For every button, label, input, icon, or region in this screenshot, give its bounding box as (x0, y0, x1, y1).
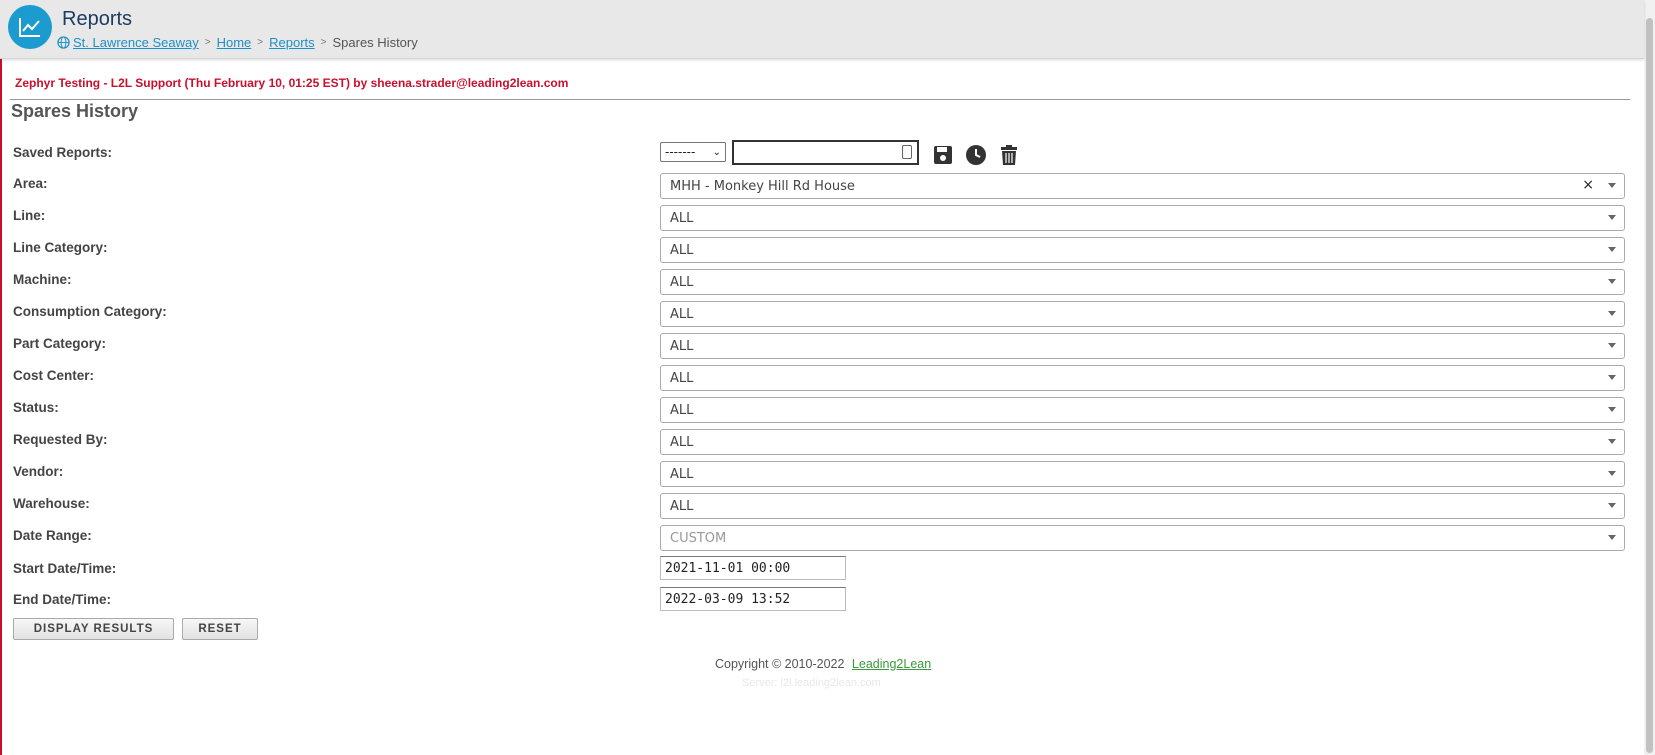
app-header: Reports St. Lawrence Seaway > Home > Rep… (0, 0, 1644, 59)
filter-label-line: Line: (13, 208, 46, 223)
machine-select-value: ALL (670, 274, 694, 290)
consumption-category-select-value: ALL (670, 306, 694, 322)
globe-icon (57, 36, 70, 49)
chevron-down-icon (1608, 439, 1616, 444)
area-select[interactable]: MHH - Monkey Hill Rd House × (660, 173, 1625, 199)
leading2lean-link[interactable]: Leading2Lean (852, 657, 931, 671)
chevron-down-icon (1608, 183, 1616, 188)
filter-label-machine: Machine: (13, 272, 72, 287)
scrollbar[interactable] (1644, 0, 1655, 755)
server-text: Server: l2l.leading2lean.com (742, 677, 881, 689)
left-accent-stripe (0, 58, 2, 755)
status-select[interactable]: ALL (660, 397, 1625, 423)
filter-label-area: Area: (13, 176, 48, 191)
scrollbar-thumb[interactable] (1646, 18, 1653, 753)
filter-label-warehouse: Warehouse: (13, 496, 90, 511)
chevron-down-icon (1608, 503, 1616, 508)
breadcrumb-reports[interactable]: Reports (269, 35, 315, 50)
start-date-input[interactable]: 2021-11-01 00:00 (660, 556, 846, 580)
line-select[interactable]: ALL (660, 205, 1625, 231)
contact-card-icon (902, 145, 912, 159)
warehouse-select[interactable]: ALL (660, 493, 1625, 519)
chevron-down-icon (1608, 215, 1616, 220)
cost-center-select-value: ALL (670, 370, 694, 386)
area-select-value: MHH - Monkey Hill Rd House (670, 178, 855, 194)
saved-report-name-input[interactable] (732, 140, 919, 165)
clear-icon[interactable]: × (1582, 177, 1594, 193)
chevron-down-icon (1608, 311, 1616, 316)
site-banner: Zephyr Testing - L2L Support (Thu Februa… (15, 76, 569, 90)
line-category-select[interactable]: ALL (660, 237, 1625, 263)
vendor-select[interactable]: ALL (660, 461, 1625, 487)
filter-label-status: Status: (13, 400, 59, 415)
filter-label-date-range: Date Range: (13, 528, 92, 543)
page-header-title: Reports (62, 8, 133, 30)
line-select-value: ALL (670, 210, 694, 226)
chevron-down-icon (1608, 247, 1616, 252)
chevron-down-icon (1608, 407, 1616, 412)
page-title: Spares History (11, 101, 139, 121)
footer: Copyright © 2010-2022 Leading2Lean (715, 657, 931, 671)
requested-by-select-value: ALL (670, 434, 694, 450)
filter-label-part-category: Part Category: (13, 336, 107, 351)
clock-icon[interactable] (965, 144, 987, 166)
part-category-select-value: ALL (670, 338, 694, 354)
chevron-down-icon (1608, 343, 1616, 348)
requested-by-select[interactable]: ALL (660, 429, 1625, 455)
filter-label-line-category: Line Category: (13, 240, 108, 255)
filter-label-vendor: Vendor: (13, 464, 64, 479)
breadcrumb-home[interactable]: Home (217, 35, 252, 50)
saved-reports-select-value: ------- (665, 145, 696, 159)
filter-label-consumption-category: Consumption Category: (13, 304, 167, 319)
display-results-button[interactable]: DISPLAY RESULTS (13, 618, 174, 640)
date-range-select-value: CUSTOM (670, 530, 727, 546)
filter-label-cost-center: Cost Center: (13, 368, 95, 383)
date-range-select[interactable]: CUSTOM (660, 525, 1625, 551)
saved-reports-select[interactable]: ------- ⌄ (660, 142, 726, 162)
breadcrumb-separator: > (320, 37, 327, 48)
breadcrumb: St. Lawrence Seaway > Home > Reports > S… (57, 35, 418, 50)
end-date-input[interactable]: 2022-03-09 13:52 (660, 587, 846, 611)
breadcrumb-current: Spares History (332, 35, 418, 50)
warehouse-select-value: ALL (670, 498, 694, 514)
reports-logo-icon[interactable] (8, 5, 52, 49)
chevron-down-icon (1608, 279, 1616, 284)
breadcrumb-separator: > (257, 37, 264, 48)
cost-center-select[interactable]: ALL (660, 365, 1625, 391)
saved-reports-label: Saved Reports: (13, 145, 113, 160)
divider (10, 99, 1630, 100)
chevron-down-icon (1608, 471, 1616, 476)
line-category-select-value: ALL (670, 242, 694, 258)
chevron-down-icon: ⌄ (712, 147, 721, 158)
save-icon[interactable] (932, 144, 954, 166)
machine-select[interactable]: ALL (660, 269, 1625, 295)
start-date-label: Start Date/Time: (13, 561, 117, 576)
consumption-category-select[interactable]: ALL (660, 301, 1625, 327)
breadcrumb-site[interactable]: St. Lawrence Seaway (73, 35, 199, 50)
chevron-down-icon (1608, 375, 1616, 380)
status-select-value: ALL (670, 402, 694, 418)
chevron-down-icon (1608, 535, 1616, 540)
breadcrumb-separator: > (204, 37, 211, 48)
end-date-label: End Date/Time: (13, 592, 112, 607)
trash-icon[interactable] (998, 144, 1020, 166)
copyright-text: Copyright © 2010-2022 (715, 657, 845, 671)
vendor-select-value: ALL (670, 466, 694, 482)
reset-button[interactable]: RESET (182, 618, 258, 640)
part-category-select[interactable]: ALL (660, 333, 1625, 359)
filter-label-requested-by: Requested By: (13, 432, 108, 447)
